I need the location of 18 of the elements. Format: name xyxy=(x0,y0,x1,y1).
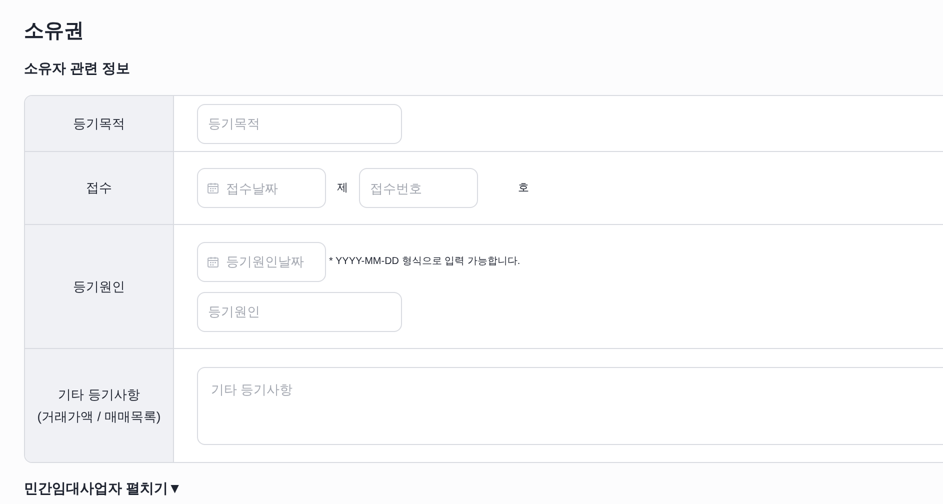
unit-label: 호 xyxy=(518,180,529,196)
section-title: 소유권 xyxy=(24,19,85,44)
unit-label: 제 xyxy=(336,180,349,196)
row-label: 등기목적 xyxy=(73,114,125,132)
date-field[interactable]: 등기원인날짜 xyxy=(197,242,326,282)
memo-field[interactable]: 기타 등기사항 xyxy=(197,366,943,444)
subsection-title: 소유자 관련 정보 xyxy=(24,59,131,78)
number-field[interactable]: 접수번호 xyxy=(359,168,478,208)
row-label: 접수 xyxy=(86,179,112,197)
calendar-icon xyxy=(207,182,219,194)
calendar-icon xyxy=(207,256,219,268)
row-label: 등기원인 xyxy=(73,278,125,296)
date-field[interactable]: 접수날짜 xyxy=(197,168,326,208)
row-label: 기타 등기사항 (거래가액 / 매매목록) xyxy=(37,386,161,426)
text-field[interactable]: 등기목적 xyxy=(197,104,402,144)
text-field[interactable]: 등기원인 xyxy=(197,292,402,332)
expand-toggle[interactable]: 민간임대사업자 펼치기▼ xyxy=(24,479,182,497)
format-hint: * YYYY-MM-DD 형식으로 입력 가능합니다. xyxy=(329,255,520,269)
